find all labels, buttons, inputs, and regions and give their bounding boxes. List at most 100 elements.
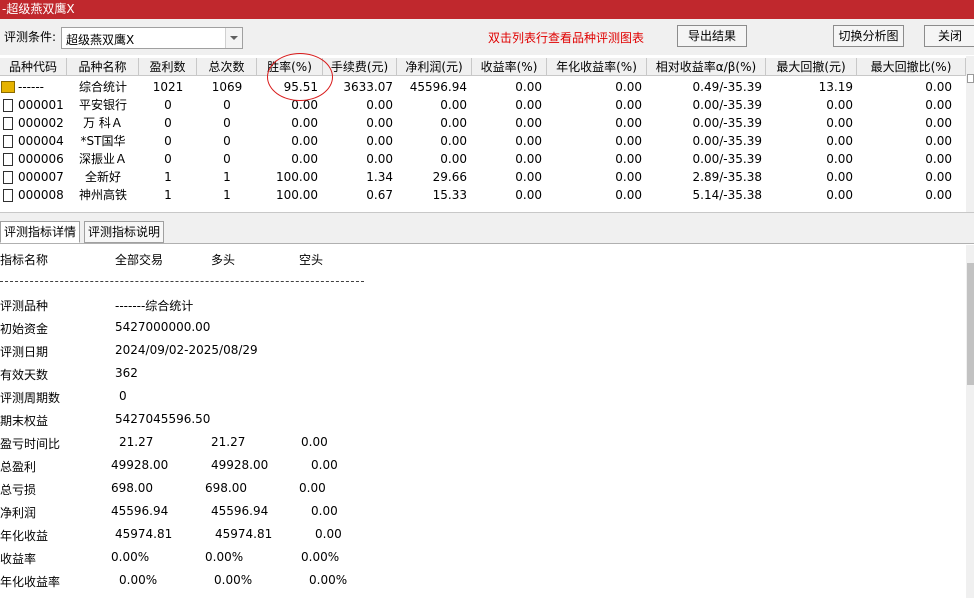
detail-label: 评测周期数 [0, 391, 61, 405]
col-header-profit[interactable]: 净利润(元) [397, 58, 472, 76]
pane-splitter[interactable] [0, 212, 974, 220]
detail-header-short: 空头 [299, 253, 324, 267]
table-scrollbar[interactable] [966, 56, 974, 212]
col-header-wins[interactable]: 盈利数 [139, 58, 197, 76]
results-table: 品种代码 品种名称 盈利数 总次数 胜率(%) 手续费(元) 净利润(元) 收益… [0, 56, 966, 212]
col-header-drawdown-ratio[interactable]: 最大回撤比(%) [857, 58, 966, 76]
cell-drawdown-ratio: 0.00 [925, 170, 952, 184]
condition-label: 评测条件: [4, 30, 57, 44]
col-header-alpha[interactable]: 相对收益率α/β(%) [647, 58, 766, 76]
detail-label: 期末权益 [0, 414, 49, 428]
cell-annual: 0.00 [615, 188, 642, 202]
detail-value-long: 45596.94 [211, 504, 269, 518]
table-row[interactable]: 000001 平安银行 0 0 0.00 0.00 0.00 0.00 0.00… [0, 96, 966, 114]
cell-alpha: 0.00/-35.39 [692, 152, 762, 166]
detail-label: 年化收益率 [0, 575, 61, 589]
table-row[interactable]: 000006 深振业Ａ 0 0 0.00 0.00 0.00 0.00 0.00… [0, 150, 966, 168]
cell-fee: 0.00 [366, 134, 393, 148]
cell-profit: 45596.94 [409, 80, 467, 94]
switch-chart-button[interactable]: 切换分析图 [833, 25, 904, 47]
detail-value-all: 0.00% [119, 573, 158, 587]
cell-drawdown: 0.00 [826, 152, 853, 166]
cell-code: 000004 [18, 134, 64, 148]
cell-profit: 0.00 [440, 98, 467, 112]
cell-annual: 0.00 [615, 98, 642, 112]
detail-value-all: 362 [115, 366, 138, 380]
detail-value-all: 0.00% [111, 550, 150, 564]
cell-winrate: 0.00 [291, 134, 318, 148]
detail-value-all: 0 [119, 389, 127, 403]
detail-label: 总盈利 [0, 460, 37, 474]
detail-value-all: 5427045596.50 [115, 412, 211, 426]
detail-header-long: 多头 [211, 253, 236, 267]
cell-drawdown: 0.00 [826, 134, 853, 148]
export-button[interactable]: 导出结果 [677, 25, 747, 47]
cell-total: 1069 [211, 80, 243, 94]
cell-total: 1 [223, 188, 231, 202]
toolbar: 评测条件: 超级燕双鹰X 双击列表行查看品种评测图表 导出结果 切换分析图 关闭 [0, 19, 974, 55]
table-row[interactable]: 000004 *ST国华 0 0 0.00 0.00 0.00 0.00 0.0… [0, 132, 966, 150]
table-row[interactable]: ------ 综合统计 1021 1069 95.51 3633.07 4559… [0, 78, 966, 96]
cell-return: 0.00 [515, 152, 542, 166]
cell-winrate: 100.00 [276, 188, 318, 202]
cell-code: ------ [18, 80, 44, 94]
cell-profit: 15.33 [432, 188, 467, 202]
col-header-return[interactable]: 收益率(%) [472, 58, 547, 76]
chevron-down-icon[interactable] [225, 28, 242, 48]
cell-alpha: 0.00/-35.39 [692, 98, 762, 112]
col-header-total[interactable]: 总次数 [197, 58, 257, 76]
detail-value-long: 698.00 [205, 481, 247, 495]
cell-name: 平安银行 [78, 98, 127, 112]
detail-value-long: 49928.00 [211, 458, 269, 472]
cell-annual: 0.00 [615, 170, 642, 184]
condition-value: 超级燕双鹰X [66, 33, 135, 47]
cell-name: 全新好 [84, 170, 121, 184]
scroll-thumb[interactable] [967, 74, 974, 83]
table-row[interactable]: 000002 万 科Ａ 0 0 0.00 0.00 0.00 0.00 0.00… [0, 114, 966, 132]
tab-indicator-description[interactable]: 评测指标说明 [84, 221, 165, 243]
cell-wins: 0 [164, 152, 172, 166]
cell-annual: 0.00 [615, 80, 642, 94]
col-header-code[interactable]: 品种代码 [0, 58, 67, 76]
cell-wins: 1021 [152, 80, 184, 94]
detail-value-all: 45974.81 [115, 527, 173, 541]
cell-return: 0.00 [515, 98, 542, 112]
cell-wins: 0 [164, 98, 172, 112]
cell-total: 0 [223, 98, 231, 112]
cell-winrate: 0.00 [291, 116, 318, 130]
cell-total: 0 [223, 116, 231, 130]
cell-name: 深振业Ａ [78, 152, 127, 166]
table-row[interactable]: 000007 全新好 1 1 100.00 1.34 29.66 0.00 0.… [0, 168, 966, 186]
scroll-thumb[interactable] [967, 263, 974, 385]
cell-wins: 0 [164, 134, 172, 148]
cell-drawdown-ratio: 0.00 [925, 116, 952, 130]
col-header-fee[interactable]: 手续费(元) [323, 58, 397, 76]
detail-panel: 指标名称 全部交易 多头 空头 评测品种 -------综合统计 初始资金 54… [0, 245, 966, 598]
cell-drawdown-ratio: 0.00 [925, 134, 952, 148]
close-button[interactable]: 关闭 [924, 25, 974, 47]
detail-scrollbar[interactable] [966, 245, 974, 598]
cell-fee: 0.00 [366, 98, 393, 112]
detail-tabs: 评测指标详情 评测指标说明 [0, 220, 974, 244]
detail-value-all: 45596.94 [111, 504, 169, 518]
cell-total: 0 [223, 134, 231, 148]
cell-alpha: 0.00/-35.39 [692, 116, 762, 130]
cell-code: 000006 [18, 152, 64, 166]
cell-winrate: 0.00 [291, 152, 318, 166]
cell-drawdown: 13.19 [818, 80, 853, 94]
detail-header-all: 全部交易 [115, 253, 164, 267]
cell-return: 0.00 [515, 188, 542, 202]
cell-fee: 0.00 [366, 152, 393, 166]
condition-select[interactable]: 超级燕双鹰X [61, 27, 243, 49]
detail-label: 评测品种 [0, 299, 49, 313]
cell-drawdown: 0.00 [826, 98, 853, 112]
table-row[interactable]: 000008 神州高铁 1 1 100.00 0.67 15.33 0.00 0… [0, 186, 966, 204]
detail-value-all: 49928.00 [111, 458, 169, 472]
tab-indicator-details[interactable]: 评测指标详情 [0, 221, 81, 243]
col-header-drawdown[interactable]: 最大回撤(元) [766, 58, 857, 76]
cell-fee: 0.00 [366, 116, 393, 130]
col-header-annual[interactable]: 年化收益率(%) [547, 58, 647, 76]
col-header-name[interactable]: 品种名称 [67, 58, 139, 76]
document-icon [3, 99, 13, 112]
detail-label: 初始资金 [0, 322, 49, 336]
